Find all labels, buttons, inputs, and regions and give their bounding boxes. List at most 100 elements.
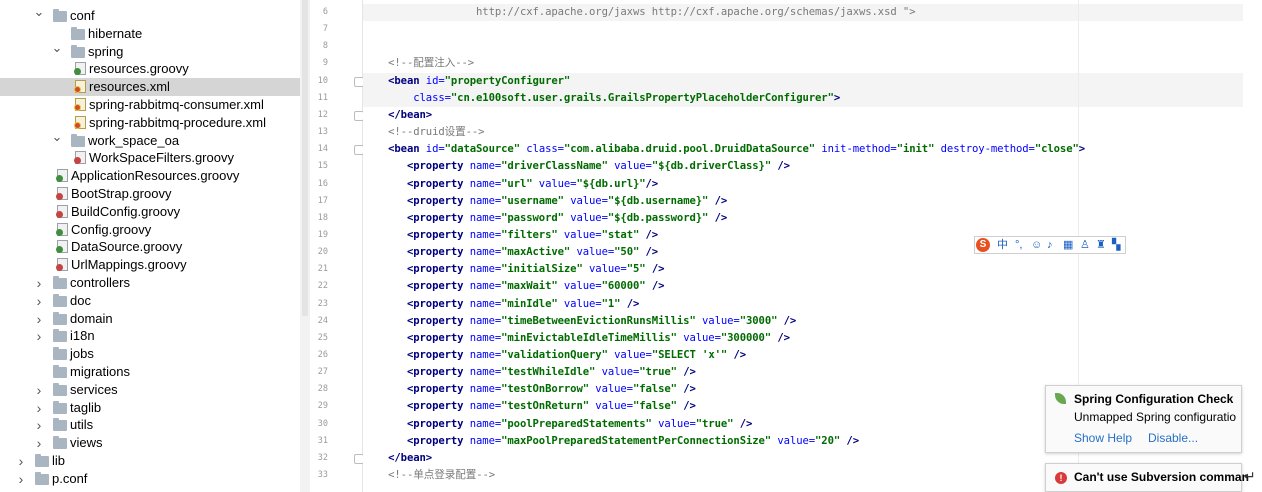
emoji-icon[interactable]: ☺ [1031,237,1042,253]
code-token: "password" [501,211,571,224]
tree-folder-work-space-oa[interactable]: ⌄ work_space_oa [0,129,310,150]
code-line[interactable]: <bean id="dataSource" class="com.alibaba… [363,141,1243,158]
code-token: name= [469,280,502,293]
tree-folder-migrations[interactable]: migrations [0,363,310,381]
skin-icon[interactable]: ♜ [1096,237,1106,253]
code-token: name= [469,383,502,396]
code-line[interactable]: <property name="testWhileIdle" value="tr… [363,364,1243,381]
tree-folder-jobs[interactable]: jobs [0,345,310,363]
chevron-right-icon[interactable]: › [33,310,45,328]
chevron-right-icon[interactable]: › [15,470,27,488]
chevron-right-icon[interactable]: › [33,416,45,434]
tree-file-config-groovy[interactable]: Config.groovy [0,221,310,239]
code-token: /> [714,211,728,224]
code-line[interactable]: <property name="maxWait" value="60000" /… [363,278,1243,295]
code-line[interactable]: http://cxf.apache.org/jaxws http://cxf.a… [363,4,1243,21]
tree-file-bootstrap-groovy[interactable]: BootStrap.groovy [0,185,310,203]
code-line[interactable]: <property name="minIdle" value="1" /> [363,296,1243,313]
chevron-right-icon[interactable]: › [33,434,45,452]
tree-scrollbar[interactable] [300,0,310,492]
tree-folder-p-conf[interactable]: › p.conf [0,470,310,488]
code-token: /> [739,417,753,430]
folder-icon [53,347,67,361]
chevron-right-icon[interactable]: › [33,327,45,345]
chevron-right-icon[interactable]: › [33,399,45,417]
tree-folder-doc[interactable]: › doc [0,292,310,310]
code-token: name= [469,194,502,207]
code-token: value= [658,417,696,430]
line-number: 23 [317,298,328,309]
line-number: 33 [317,470,328,481]
code-line[interactable]: class="cn.e100soft.user.grails.GrailsPro… [363,89,1243,107]
chevron-down-icon[interactable]: ⌄ [51,128,63,146]
tree-folder-utils[interactable]: › utils [0,416,310,434]
tree-folder-spring[interactable]: ⌄ spring [0,40,310,61]
chevron-right-icon[interactable]: › [33,292,45,310]
xml-file-icon [74,115,86,129]
tree-file-applicationresources-groovy[interactable]: ApplicationResources.groovy [0,167,310,185]
chevron-down-icon[interactable]: ⌄ [33,3,45,21]
code-token: <property [406,160,470,173]
code-line[interactable]: <!--配置注入--> [363,55,1243,72]
code-line[interactable] [363,21,1243,38]
code-token: /> [846,434,859,447]
tree-file-buildconfig-groovy[interactable]: BuildConfig.groovy [0,203,310,221]
tree-item-label: p.conf [52,470,88,486]
tree-folder-services[interactable]: › services [0,381,310,399]
disable-link[interactable]: Disable... [1148,431,1198,445]
code-line[interactable]: <property name="url" value="${db.url}"/> [363,176,1243,193]
ime-punctuation-toggle[interactable]: °, [1015,237,1022,253]
tree-file-datasource-groovy[interactable]: DataSource.groovy [0,238,310,256]
code-token: "init" [896,143,941,156]
code-token: /> [651,263,665,276]
tree-folder-i18n[interactable]: › i18n [0,327,310,345]
tree-folder-controllers[interactable]: › controllers [0,274,310,292]
tree-file-workspacefilters-groovy[interactable]: WorkSpaceFilters.groovy [0,149,310,167]
code-token: /> [777,160,790,173]
tree-item-label: ApplicationResources.groovy [71,168,240,184]
code-token: "${db.password}" [607,211,715,224]
code-token: name= [469,314,502,327]
code-line[interactable]: </bean> [363,107,1243,124]
toolbox-icon[interactable]: ▚ [1112,237,1120,253]
tree-folder-hibernate[interactable]: hibernate [0,25,310,43]
code-line[interactable]: <property name="username" value="${db.us… [363,193,1243,210]
ime-toolbar[interactable]: S 中 °, ☺ ♪ ▦ ♙ ♜ ▚ [974,236,1126,254]
code-line[interactable]: <property name="driverClassName" value="… [363,158,1243,175]
ime-language-toggle[interactable]: 中 [997,237,1008,253]
keyboard-icon[interactable]: ▦ [1063,237,1073,253]
tree-file-urlmappings-groovy[interactable]: UrlMappings.groovy [0,256,310,274]
tree-file-resources-xml[interactable]: resources.xml [0,78,310,97]
tree-folder-taglib[interactable]: › taglib [0,399,310,417]
tree-folder-views[interactable]: › views [0,434,310,452]
microphone-icon[interactable]: ♪ [1047,237,1053,253]
code-line[interactable]: <property name="timeBetweenEvictionRunsM… [363,313,1243,330]
tree-file-spring-rabbitmq-consumer-xml[interactable]: spring-rabbitmq-consumer.xml [0,96,310,114]
tree-file-resources-groovy[interactable]: resources.groovy [0,60,310,78]
code-line[interactable]: <property name="validationQuery" value="… [363,347,1243,364]
user-icon[interactable]: ♙ [1080,237,1090,253]
code-line[interactable]: <property name="initialSize" value="5" /… [363,261,1243,278]
chevron-right-icon[interactable]: › [15,452,27,470]
code-line[interactable] [363,38,1243,55]
code-token: name= [469,434,502,447]
tree-folder-domain[interactable]: › domain [0,310,310,328]
tree-folder-conf[interactable]: ⌄ conf [0,4,310,25]
chevron-right-icon[interactable]: › [33,274,45,292]
code-token: /> [783,314,797,327]
code-line[interactable]: <bean id="propertyConfigurer" [363,72,1243,90]
chevron-right-icon[interactable]: › [33,381,45,399]
chevron-down-icon[interactable]: ⌄ [51,39,63,57]
show-help-link[interactable]: Show Help [1074,431,1132,445]
code-line[interactable]: <property name="minEvictableIdleTimeMill… [363,330,1243,347]
folder-icon [71,26,85,40]
tree-folder-lib[interactable]: › lib [0,452,310,470]
code-line[interactable]: <!--druid设置--> [363,124,1243,141]
code-token: value= [702,314,740,327]
code-line[interactable]: <property name="password" value="${db.pa… [363,210,1243,227]
tree-file-spring-rabbitmq-procedure-xml[interactable]: spring-rabbitmq-procedure.xml [0,114,310,132]
